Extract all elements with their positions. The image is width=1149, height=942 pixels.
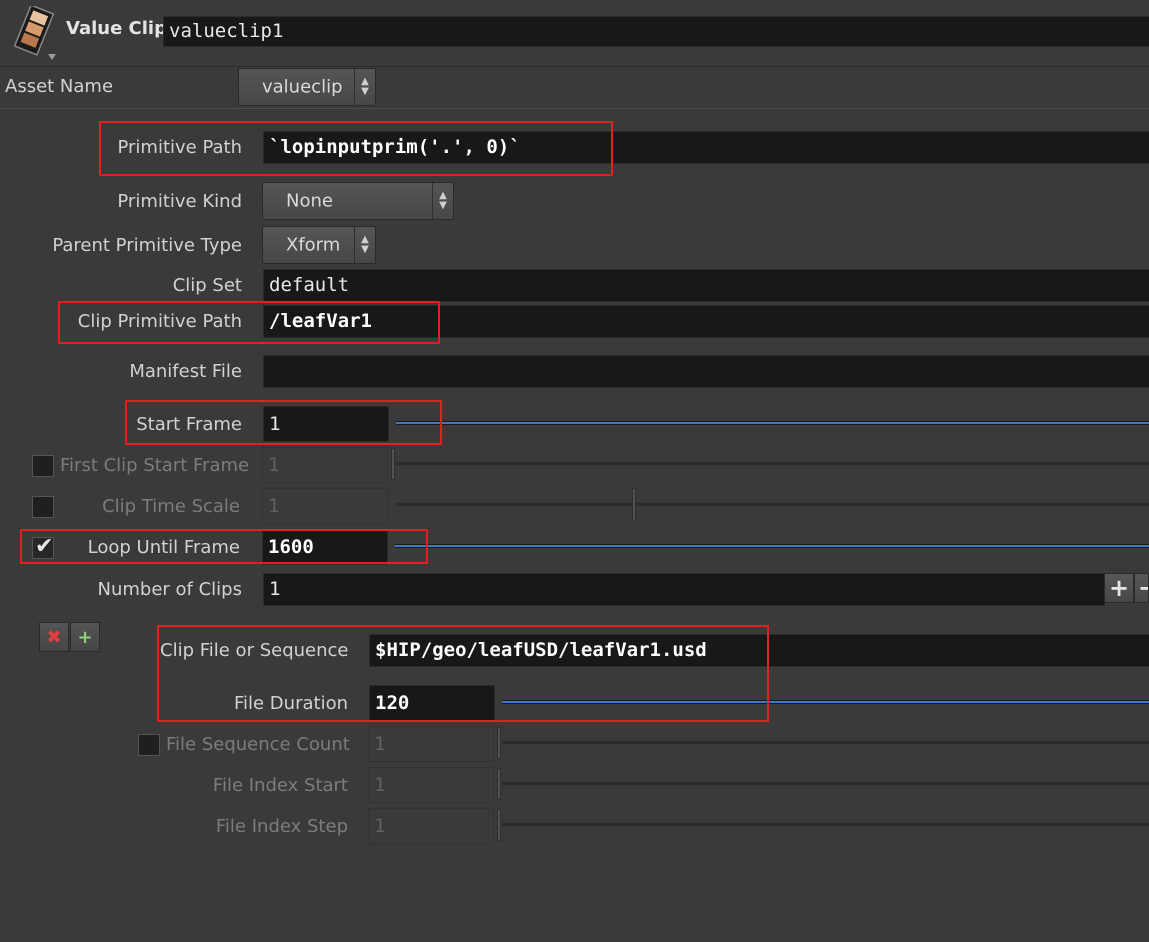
file-index-step-slider-handle[interactable]: [497, 809, 501, 841]
up-down-arrows-icon: ▲ ▼: [354, 69, 375, 105]
first-clip-start-frame-label: First Clip Start Frame: [60, 455, 250, 476]
plus-icon: +: [1108, 574, 1130, 602]
parent-primitive-type-value: Xform: [286, 234, 341, 256]
up-down-arrows-icon: ▲ ▼: [354, 227, 375, 263]
minus-icon: −: [1138, 574, 1148, 602]
up-down-arrows-icon: ▲ ▼: [432, 183, 453, 219]
first-clip-start-frame-toggle[interactable]: [32, 455, 54, 477]
file-index-start-slider[interactable]: [502, 782, 1149, 785]
first-clip-start-frame-slider[interactable]: [396, 462, 1149, 465]
loop-until-frame-slider[interactable]: [395, 544, 1149, 548]
clip-time-scale-slider-handle[interactable]: [632, 488, 636, 522]
first-clip-start-frame-field[interactable]: 1: [262, 447, 388, 483]
file-sequence-count-slider[interactable]: [502, 741, 1149, 744]
primitive-kind-dropdown[interactable]: None ▲ ▼: [262, 182, 454, 220]
file-index-start-slider-handle[interactable]: [497, 768, 501, 800]
node-type-label: Value Clip: [66, 18, 167, 39]
file-index-start-field[interactable]: 1: [368, 767, 494, 803]
highlight-box: [125, 400, 442, 445]
insert-instance-button[interactable]: +: [70, 622, 100, 652]
x-icon: ✖: [46, 626, 62, 648]
remove-instance-button[interactable]: ✖: [39, 622, 69, 652]
add-clip-button[interactable]: +: [1104, 573, 1134, 603]
manifest-file-label: Manifest File: [129, 361, 242, 382]
highlight-box: [157, 625, 769, 722]
node-name-field[interactable]: valueclip1: [163, 16, 1149, 47]
file-index-step-slider[interactable]: [502, 823, 1149, 826]
clip-time-scale-field[interactable]: 1: [262, 488, 388, 524]
asset-name-value: valueclip: [262, 76, 343, 98]
clip-set-label: Clip Set: [172, 275, 242, 296]
parameter-editor: Value Clip valueclip1 Asset Name valuecl…: [0, 0, 1149, 942]
file-sequence-count-toggle[interactable]: [138, 734, 160, 756]
file-sequence-count-slider-handle[interactable]: [497, 727, 501, 759]
parent-primitive-type-dropdown[interactable]: Xform ▲ ▼: [262, 226, 376, 264]
remove-clip-button[interactable]: −: [1134, 573, 1149, 603]
film-strip-icon[interactable]: [12, 4, 56, 62]
file-index-step-label: File Index Step: [215, 816, 348, 837]
asset-name-dropdown[interactable]: valueclip ▲ ▼: [238, 68, 376, 106]
asset-name-label: Asset Name: [5, 76, 114, 97]
file-sequence-count-label: File Sequence Count: [166, 734, 350, 755]
file-index-start-label: File Index Start: [212, 775, 348, 796]
insert-plus-icon: +: [77, 626, 93, 648]
highlight-box: [20, 529, 428, 564]
primitive-kind-value: None: [286, 190, 333, 212]
clip-set-field[interactable]: default: [263, 269, 1149, 302]
number-of-clips-label: Number of Clips: [97, 579, 242, 600]
manifest-file-field[interactable]: [263, 355, 1149, 388]
highlight-box: [58, 301, 440, 344]
file-sequence-count-field[interactable]: 1: [368, 726, 494, 762]
first-clip-start-frame-slider-handle[interactable]: [391, 448, 395, 480]
parent-primitive-type-label: Parent Primitive Type: [52, 235, 242, 256]
highlight-box: [99, 121, 613, 176]
primitive-kind-label: Primitive Kind: [117, 191, 242, 212]
clip-time-scale-slider[interactable]: [396, 503, 1149, 506]
number-of-clips-field[interactable]: 1: [263, 573, 1105, 606]
clip-time-scale-toggle[interactable]: [32, 496, 54, 518]
clip-time-scale-label: Clip Time Scale: [102, 496, 240, 517]
file-index-step-field[interactable]: 1: [368, 808, 494, 844]
start-frame-slider[interactable]: [396, 421, 1149, 425]
